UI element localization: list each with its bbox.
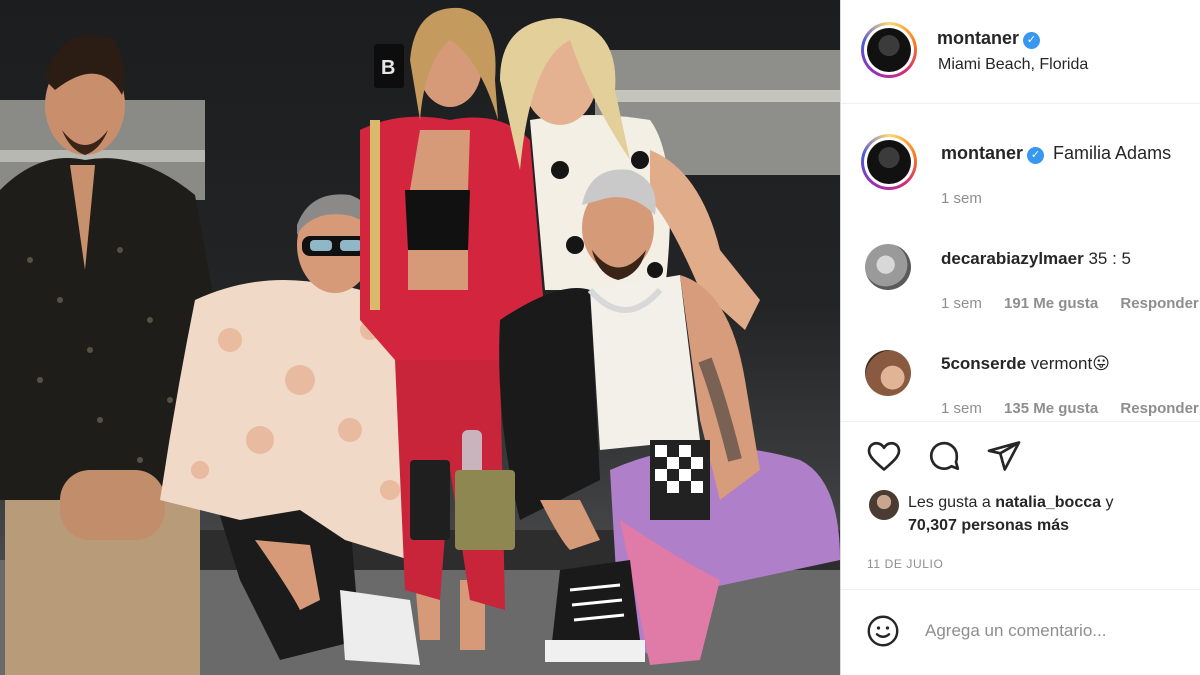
commenter-avatar[interactable] — [865, 350, 911, 396]
header-divider — [841, 103, 1200, 104]
actions-divider — [841, 421, 1200, 422]
post-sidebar: montaner ✓ Miami Beach, Florida montaner ✓… — [840, 0, 1200, 675]
comment-time[interactable]: 1 sem — [941, 400, 982, 417]
add-comment-input[interactable]: Agrega un comentario... — [925, 621, 1106, 641]
caption-text: Familia Adams — [1053, 143, 1172, 163]
commenter-avatar[interactable] — [865, 244, 911, 290]
smiley-icon[interactable] — [865, 613, 901, 654]
comment-likes[interactable]: 135 Me gusta — [1004, 400, 1098, 417]
comment-divider — [841, 589, 1200, 590]
post-header: montaner ✓ — [937, 28, 1041, 49]
author-username[interactable]: montaner — [937, 28, 1019, 48]
author-avatar[interactable] — [861, 22, 917, 78]
liked-by-prefix: Les gusta a — [908, 494, 991, 511]
comment-username[interactable]: decarabiazylmaer — [941, 249, 1084, 268]
caption-avatar[interactable] — [861, 134, 917, 190]
comment-2-meta: 1 sem 135 Me gusta Responder — [941, 400, 1199, 417]
post-date[interactable]: 11 DE JULIO — [867, 557, 943, 571]
comment-likes[interactable]: 191 Me gusta — [1004, 295, 1098, 312]
reply-button[interactable]: Responder — [1120, 400, 1198, 417]
post-location[interactable]: Miami Beach, Florida — [938, 56, 1088, 74]
liked-by-user[interactable]: natalia_bocca — [995, 494, 1101, 511]
comment-1: decarabiazylmaer 35 : 5 — [941, 249, 1131, 269]
caption-username[interactable]: montaner — [941, 143, 1023, 163]
comment-bubble-icon[interactable] — [925, 438, 963, 479]
liked-by: Les gusta a natalia_bocca y 70,307 perso… — [908, 491, 1113, 537]
caption-time[interactable]: 1 sem — [941, 190, 982, 207]
group-photo-illustration: B — [0, 7, 840, 675]
liked-by-joiner: y — [1105, 494, 1114, 511]
comment-text: 35 : 5 — [1088, 249, 1131, 268]
bag — [455, 470, 515, 550]
verified-badge-icon: ✓ — [1023, 32, 1041, 49]
liker-avatar[interactable] — [869, 490, 899, 520]
reply-button[interactable]: Responder — [1120, 295, 1198, 312]
svg-text:B: B — [381, 57, 395, 79]
caption: montaner ✓ Familia Adams — [941, 143, 1171, 164]
heart-icon[interactable] — [865, 438, 903, 479]
post-photo[interactable]: B — [0, 0, 840, 675]
paper-plane-icon[interactable] — [985, 438, 1023, 479]
comment-1-meta: 1 sem 191 Me gusta Responder — [941, 295, 1199, 312]
comment-2: 5conserde vermont😛 — [941, 354, 1110, 374]
verified-badge-icon: ✓ — [1027, 147, 1045, 164]
comment-text: vermont😛 — [1030, 354, 1110, 373]
comment-username[interactable]: 5conserde — [941, 354, 1026, 373]
comment-time[interactable]: 1 sem — [941, 295, 982, 312]
liked-by-others[interactable]: 70,307 personas más — [908, 517, 1069, 534]
